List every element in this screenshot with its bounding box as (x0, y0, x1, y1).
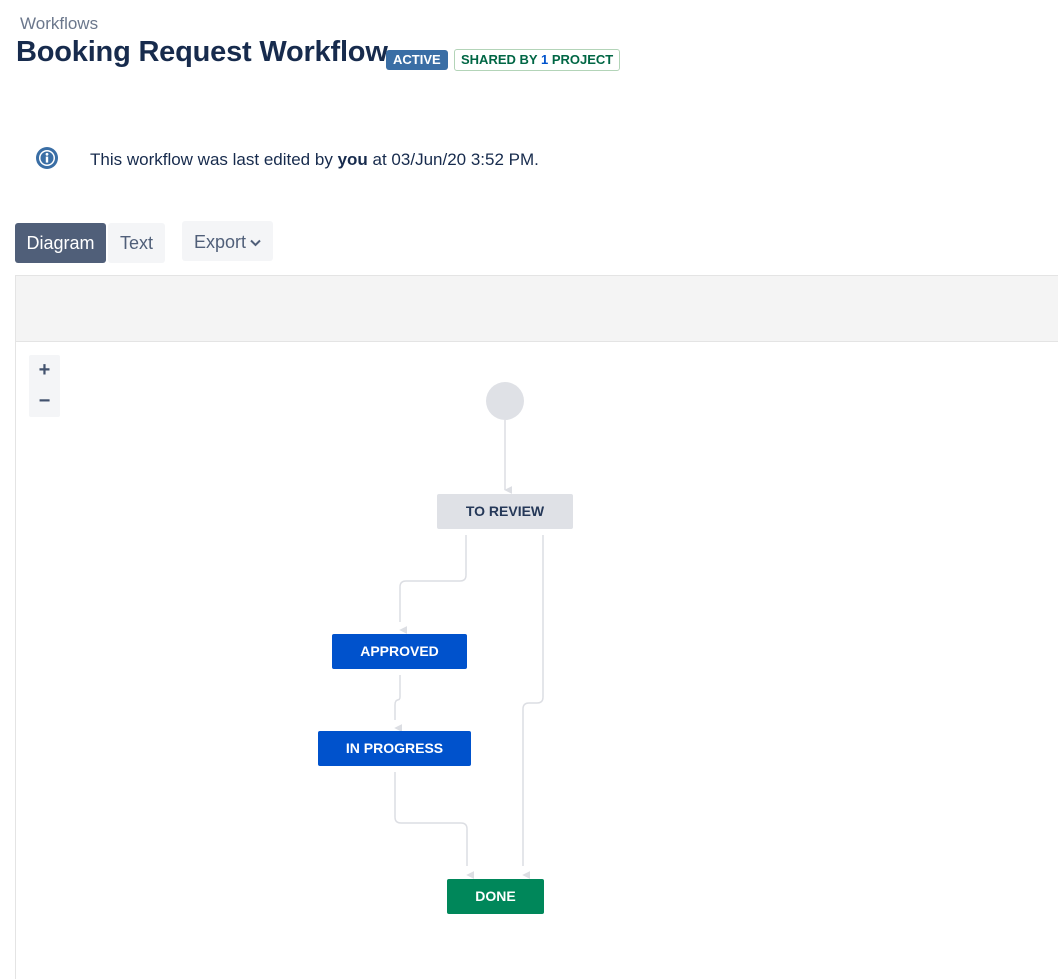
transition-progress-done[interactable] (394, 772, 468, 866)
status-node-in-progress[interactable]: IN PROGRESS (318, 731, 471, 766)
transition-review-approved[interactable] (399, 535, 467, 622)
transition-review-done[interactable] (522, 535, 544, 866)
transition-arrows (394, 382, 544, 879)
status-node-done[interactable]: DONE (447, 879, 544, 914)
initial-state-node[interactable] (486, 382, 524, 420)
status-node-to-review[interactable]: TO REVIEW (437, 494, 573, 529)
transition-approved-progress[interactable] (394, 675, 401, 720)
status-node-approved[interactable]: APPROVED (332, 634, 467, 669)
